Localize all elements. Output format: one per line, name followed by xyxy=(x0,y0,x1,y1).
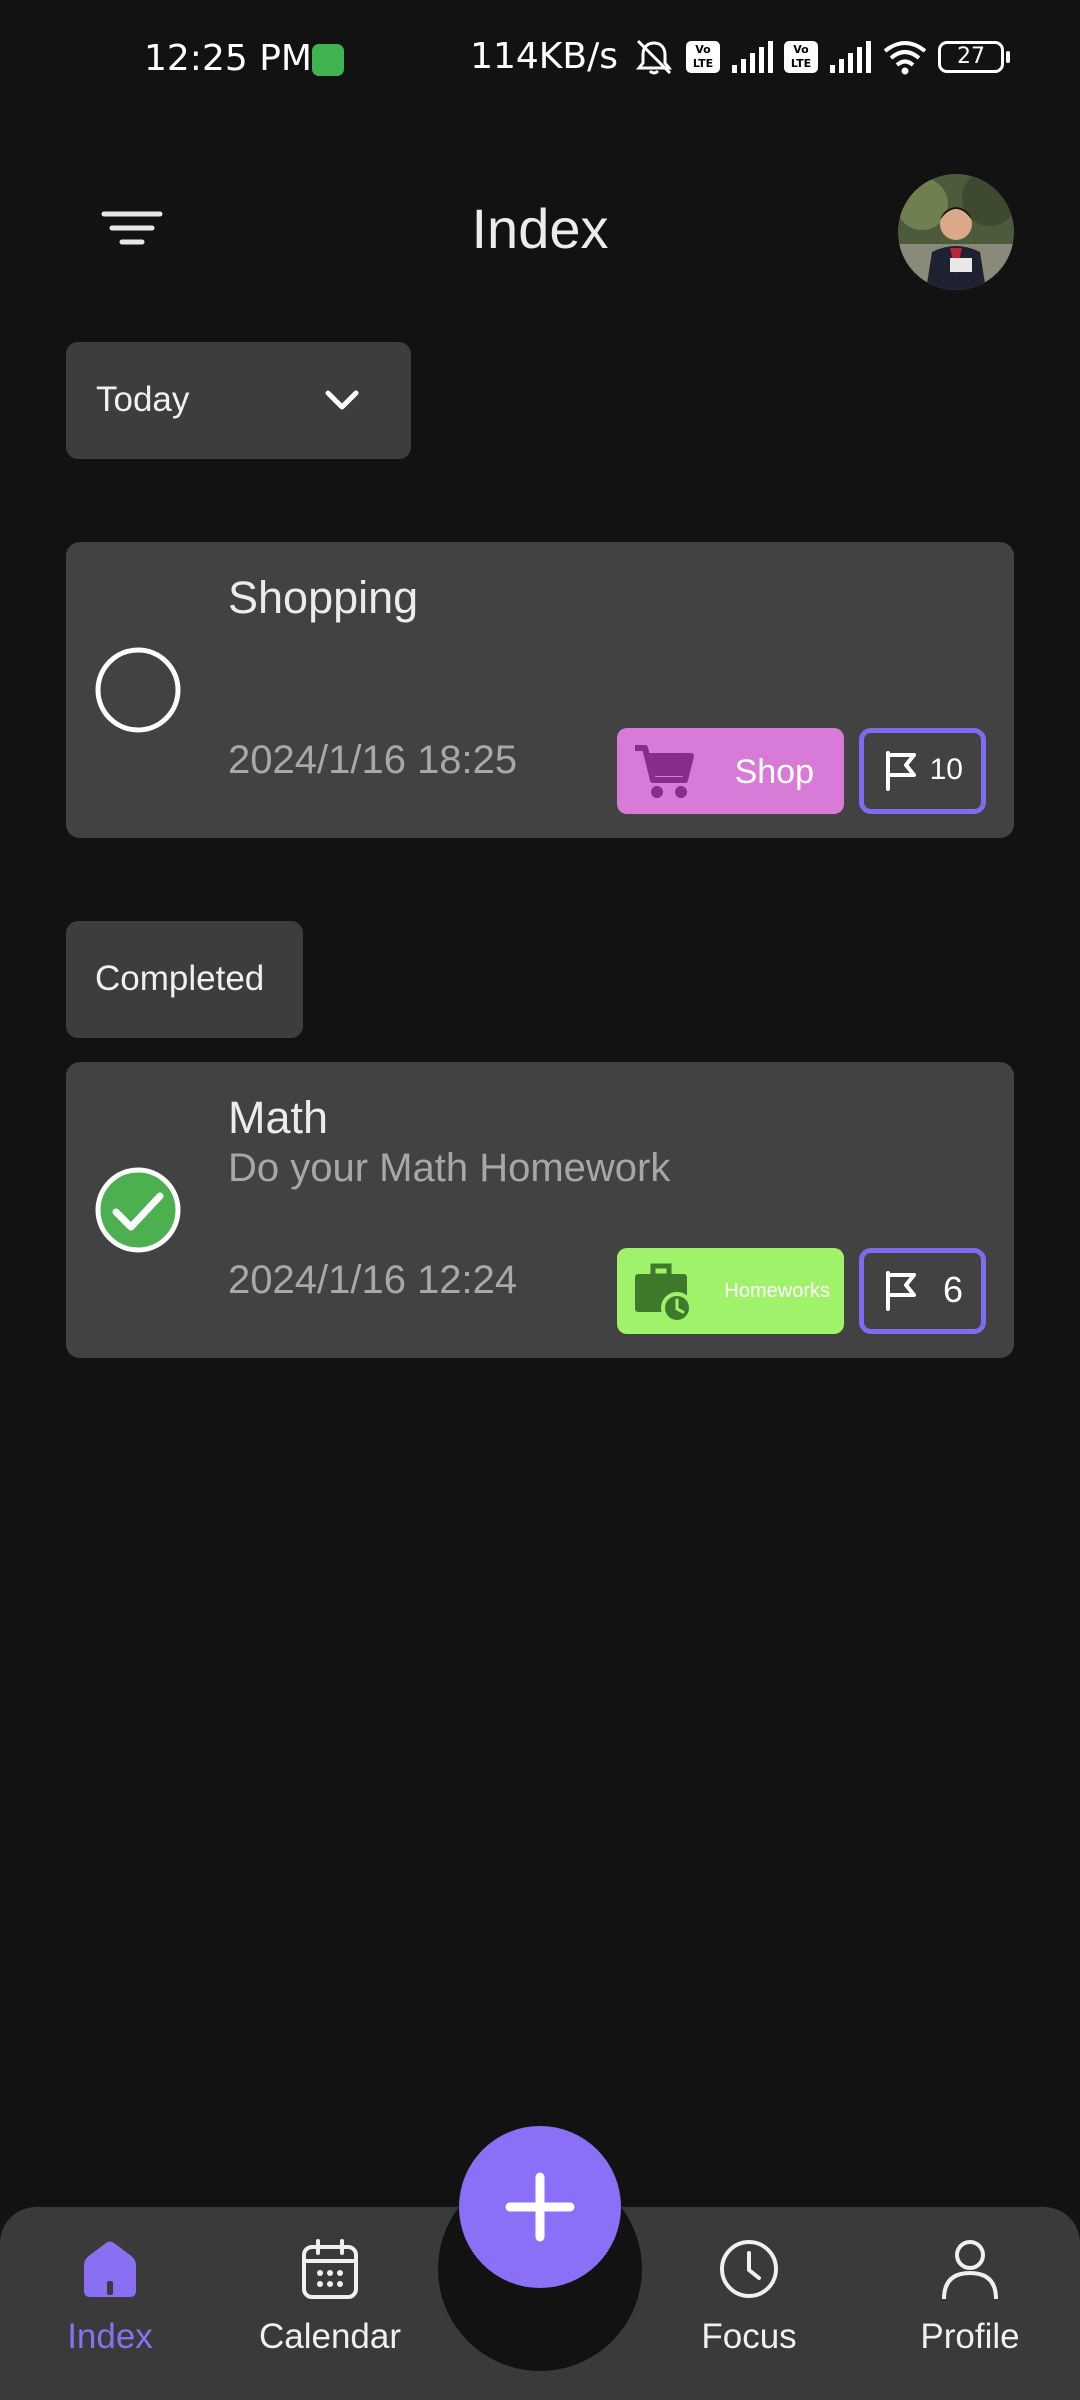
priority-value: 10 xyxy=(929,753,963,786)
category-label: Homeworks xyxy=(724,1280,830,1302)
cart-icon xyxy=(635,745,694,798)
signal-icon-1 xyxy=(732,40,773,73)
chevron-down-icon xyxy=(325,390,359,410)
nav-item-profile[interactable]: Profile xyxy=(870,2237,1070,2387)
home-icon xyxy=(84,2241,136,2297)
nav-label: Focus xyxy=(701,2317,797,2356)
task-title: Math xyxy=(228,1092,329,1143)
check-circle-icon xyxy=(95,1167,181,1253)
nav-item-calendar[interactable]: Calendar xyxy=(230,2237,430,2387)
nav-label: Calendar xyxy=(258,2317,402,2356)
clock-icon xyxy=(720,2240,778,2298)
nav-label: Index xyxy=(67,2317,153,2356)
task-checkbox[interactable] xyxy=(94,1166,182,1254)
task-datetime: 2024/1/16 12:24 xyxy=(228,1258,518,1302)
date-filter-selected: Today xyxy=(96,380,190,419)
task-card[interactable]: Math Do your Math Homework 2024/1/16 12:… xyxy=(66,1062,1014,1358)
person-icon xyxy=(942,2240,998,2300)
category-chip[interactable]: Shop xyxy=(617,728,844,814)
completed-section-label[interactable]: Completed xyxy=(66,921,303,1038)
calendar-icon xyxy=(302,2239,358,2299)
circle-unchecked-icon xyxy=(95,647,181,733)
nav-item-focus[interactable]: Focus xyxy=(649,2237,849,2387)
date-filter-dropdown[interactable]: Today xyxy=(66,342,411,459)
priority-value: 6 xyxy=(942,1269,963,1310)
status-time: 12:25 PM xyxy=(144,38,312,79)
mute-bell-icon xyxy=(635,39,673,74)
nav-label: Profile xyxy=(920,2317,1020,2356)
task-title: Shopping xyxy=(228,572,419,623)
priority-chip[interactable]: 10 xyxy=(859,728,986,814)
signal-icon-2 xyxy=(830,40,871,73)
app-notification-icon xyxy=(312,44,344,76)
briefcase-clock-icon xyxy=(635,1263,693,1322)
completed-label: Completed xyxy=(95,959,265,998)
priority-chip[interactable]: 6 xyxy=(859,1248,986,1334)
volte-badge-2: Vo LTE xyxy=(784,40,818,73)
status-bar: 12:25 PM 114KB/s Vo LTE Vo LTE 27 xyxy=(0,0,1080,120)
task-card[interactable]: Shopping 2024/1/16 18:25 Shop 10 xyxy=(66,542,1014,838)
flag-icon xyxy=(886,1271,916,1311)
add-task-button[interactable] xyxy=(459,2126,621,2288)
nav-item-index[interactable]: Index xyxy=(10,2237,210,2387)
wifi-icon xyxy=(883,40,927,74)
battery-indicator: 27 xyxy=(938,40,1010,73)
flag-icon xyxy=(886,751,916,791)
avatar[interactable] xyxy=(898,174,1014,290)
plus-icon xyxy=(505,2172,575,2242)
category-label: Shop xyxy=(734,753,814,791)
category-chip[interactable]: Homeworks xyxy=(617,1248,844,1334)
task-checkbox[interactable] xyxy=(94,646,182,734)
volte-badge-1: Vo LTE xyxy=(686,40,720,73)
task-datetime: 2024/1/16 18:25 xyxy=(228,738,518,782)
status-indicators: 114KB/s Vo LTE Vo LTE 27 xyxy=(470,36,1010,77)
network-speed: 114KB/s xyxy=(470,36,618,77)
avatar-photo xyxy=(898,174,1014,290)
task-description: Do your Math Homework xyxy=(228,1146,671,1190)
